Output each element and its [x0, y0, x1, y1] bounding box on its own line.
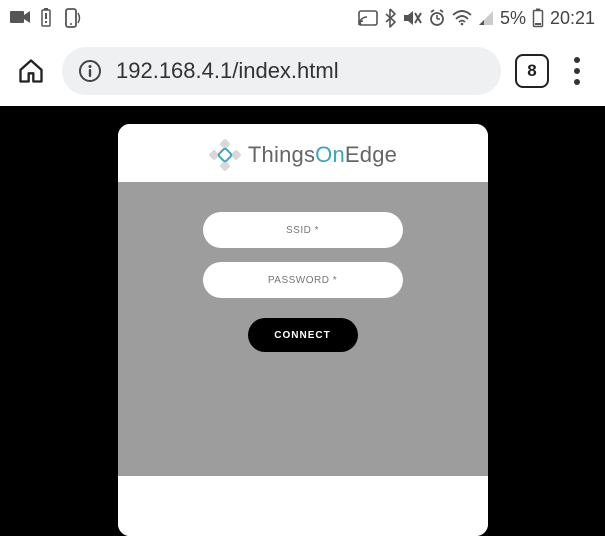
ssid-input[interactable] [203, 212, 403, 248]
menu-button[interactable] [563, 57, 591, 85]
browser-bar: 192.168.4.1/index.html 8 [0, 36, 605, 106]
battery-percent: 5% [500, 8, 526, 29]
cast-icon [358, 10, 378, 26]
status-left [10, 7, 82, 29]
info-icon [78, 59, 102, 83]
url-text: 192.168.4.1/index.html [116, 58, 339, 84]
address-bar[interactable]: 192.168.4.1/index.html [62, 47, 501, 95]
page-viewport: ThingsOnEdge CONNECT [0, 106, 605, 536]
card-footer [118, 476, 488, 536]
home-button[interactable] [14, 54, 48, 88]
phone-vibrate-icon [60, 7, 82, 29]
password-input[interactable] [203, 262, 403, 298]
brand-part2: On [315, 142, 345, 167]
mute-icon [402, 9, 422, 27]
brand-part1: Things [248, 142, 315, 167]
status-right: 5% 20:21 [358, 8, 595, 29]
wifi-icon [452, 10, 472, 26]
battery-icon [532, 8, 544, 28]
brand-part3: Edge [345, 142, 397, 167]
clock: 20:21 [550, 8, 595, 29]
brand-name: ThingsOnEdge [248, 142, 397, 168]
config-card: ThingsOnEdge CONNECT [118, 124, 488, 536]
brand-logo: ThingsOnEdge [208, 138, 397, 172]
tab-switcher[interactable]: 8 [515, 54, 549, 88]
camera-icon [10, 10, 32, 26]
bluetooth-icon [384, 8, 396, 28]
signal-icon [478, 10, 494, 26]
alarm-icon [428, 9, 446, 27]
logo-mark-icon [208, 138, 242, 172]
battery-alert-icon [40, 8, 52, 28]
status-bar: 5% 20:21 [0, 0, 605, 36]
tab-count: 8 [527, 61, 536, 81]
connect-button[interactable]: CONNECT [248, 318, 358, 352]
wifi-form: CONNECT [118, 182, 488, 476]
card-header: ThingsOnEdge [118, 124, 488, 182]
